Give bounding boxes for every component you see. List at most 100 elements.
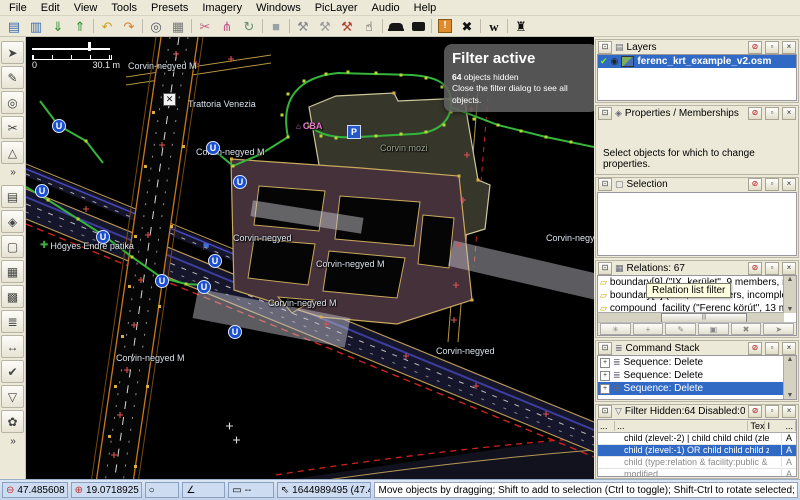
detach-button[interactable]: ▫ (765, 41, 779, 54)
layer-visibility-icon[interactable]: ◉ (611, 56, 619, 67)
bus-icon[interactable] (407, 16, 429, 36)
close-panel-button[interactable]: × (782, 178, 796, 191)
close-panel-button[interactable]: × (782, 41, 796, 54)
selection-list[interactable] (597, 192, 797, 257)
tool-hammer2-icon[interactable]: ⚒ (314, 16, 336, 36)
download-icon[interactable]: ⇓ (47, 16, 69, 36)
tags-toggle[interactable]: ◈ (1, 210, 24, 233)
new-relation-button[interactable]: + (633, 323, 664, 335)
toolbar-button[interactable] (91, 17, 96, 35)
filter-row[interactable]: ✔ ✔ child (zlevel:-1) OR child child chi… (598, 445, 796, 457)
menu-item[interactable]: Tools (104, 1, 144, 15)
map-canvas[interactable]: 0 30.1 m Corvin-negyed MTrattoria Venezi… (26, 37, 594, 479)
close-panel-button[interactable]: × (782, 342, 796, 355)
select-tool[interactable]: ➤ (1, 41, 24, 64)
toolbar-button[interactable] (478, 17, 483, 35)
tool-hammer-icon[interactable]: ⚒ (292, 16, 314, 36)
close-panel-button[interactable]: × (782, 262, 796, 275)
menu-item[interactable]: Help (407, 1, 444, 15)
zoom-selection-icon[interactable]: ◎ (145, 16, 167, 36)
filter-row[interactable]: ✔ child (type:relation & facility:public… (598, 457, 796, 469)
delete-icon[interactable]: ✖ (456, 16, 478, 36)
duplicate-relation-button[interactable]: ▣ (698, 323, 729, 335)
zoom-mode-tool[interactable]: ◎ (1, 91, 24, 114)
sticky-button[interactable]: ⊘ (748, 342, 762, 355)
hand-icon[interactable]: ☝ (358, 16, 380, 36)
menu-item[interactable]: Presets (144, 1, 195, 15)
layer-active-check-icon[interactable]: ✔ (600, 56, 608, 67)
open-icon[interactable]: ▤ (3, 16, 25, 36)
expand-icon[interactable]: + (600, 371, 610, 381)
detach-button[interactable]: ▫ (765, 342, 779, 355)
expand-icon[interactable]: + (600, 384, 610, 394)
collapse-button[interactable]: ⊡ (598, 405, 612, 418)
sticky-button[interactable]: ⊘ (748, 107, 762, 120)
commandstack-toggle[interactable]: ≣ (1, 310, 24, 333)
sticky-button[interactable]: ⊘ (748, 262, 762, 275)
relations-vscrollbar[interactable]: ▲▼ (783, 276, 796, 313)
command-row[interactable]: +≣Sequence: Delete (598, 369, 784, 382)
draw-node-tool[interactable]: ✎ (1, 66, 24, 89)
toolbar-button[interactable] (505, 17, 510, 35)
filter-relations-button[interactable]: ✳ (600, 323, 631, 335)
mode-overflow-button[interactable]: » (10, 167, 15, 178)
layers-toggle[interactable]: ▤ (1, 185, 24, 208)
toolbar-button[interactable] (260, 17, 265, 35)
update-data-icon[interactable]: ↻ (238, 16, 260, 36)
unglue-way-icon[interactable]: ✂ (194, 16, 216, 36)
command-row[interactable]: +≣Sequence: Delete (598, 382, 784, 395)
command-row[interactable]: +≣Sequence: Delete (598, 356, 784, 369)
expand-icon[interactable]: + (600, 358, 610, 368)
menu-item[interactable]: File (2, 1, 34, 15)
sticky-button[interactable]: ⊘ (748, 405, 762, 418)
close-panel-button[interactable]: × (782, 405, 796, 418)
menu-item[interactable]: Audio (365, 1, 407, 15)
menu-item[interactable]: PicLayer (308, 1, 365, 15)
detach-button[interactable]: ▫ (765, 262, 779, 275)
collapse-button[interactable]: ⊡ (598, 262, 612, 275)
selection-toggle[interactable]: ▢ (1, 235, 24, 258)
wikipedia-icon[interactable]: w (483, 16, 505, 36)
extrude-tool[interactable]: △ (1, 141, 24, 164)
split-way-icon[interactable]: ⋔ (216, 16, 238, 36)
detach-button[interactable]: ▫ (765, 178, 779, 191)
toggle-overflow-button[interactable]: » (10, 436, 15, 447)
palette-toggle[interactable]: ✿ (1, 410, 24, 433)
collapse-button[interactable]: ⊡ (598, 107, 612, 120)
toolbar-button[interactable] (429, 17, 434, 35)
sticky-button[interactable]: ⊘ (748, 41, 762, 54)
delete-mode-tool[interactable]: ✂ (1, 116, 24, 139)
filter-toggle[interactable]: ▽ (1, 385, 24, 408)
collapse-button[interactable]: ⊡ (598, 178, 612, 191)
menu-item[interactable]: Windows (249, 1, 308, 15)
sticky-button[interactable]: ⊘ (748, 178, 762, 191)
toolbar-button[interactable] (189, 17, 194, 35)
edit-relation-button[interactable]: ✎ (665, 323, 696, 335)
tool-hammer-red-icon[interactable]: ⚒ (336, 16, 358, 36)
warning-icon[interactable]: ! (434, 16, 456, 36)
menu-item[interactable]: Edit (34, 1, 67, 15)
toolbar-button[interactable] (287, 17, 292, 35)
measure-toggle[interactable]: ↔ (1, 335, 24, 358)
filter-row[interactable]: ✔ modified ✔ A (598, 469, 796, 477)
toolbar-button[interactable] (380, 17, 385, 35)
close-panel-button[interactable]: × (782, 107, 796, 120)
layer-row[interactable]: ✔ ◉ ferenc_krt_example_v2.osm (598, 55, 796, 68)
menu-item[interactable]: View (67, 1, 105, 15)
station-icon[interactable]: ♜ (510, 16, 532, 36)
mapstyle-toggle[interactable]: ▩ (1, 285, 24, 308)
detach-button[interactable]: ▫ (765, 405, 779, 418)
redo-icon[interactable]: ↷ (118, 16, 140, 36)
delete-relation-button[interactable]: ✖ (731, 323, 762, 335)
menu-item[interactable]: Imagery (195, 1, 249, 15)
preferences-icon[interactable]: ▦ (167, 16, 189, 36)
relations-toggle[interactable]: ▦ (1, 260, 24, 283)
imagery-icon[interactable]: ■ (265, 16, 287, 36)
select-relation-button[interactable]: ➤ (763, 323, 794, 335)
command-vscrollbar[interactable]: ▲▼ (783, 356, 796, 399)
save-icon[interactable]: ▥ (25, 16, 47, 36)
upload-icon[interactable]: ⇑ (69, 16, 91, 36)
validator-toggle[interactable]: ✔ (1, 360, 24, 383)
car-icon[interactable] (385, 16, 407, 36)
detach-button[interactable]: ▫ (765, 107, 779, 120)
